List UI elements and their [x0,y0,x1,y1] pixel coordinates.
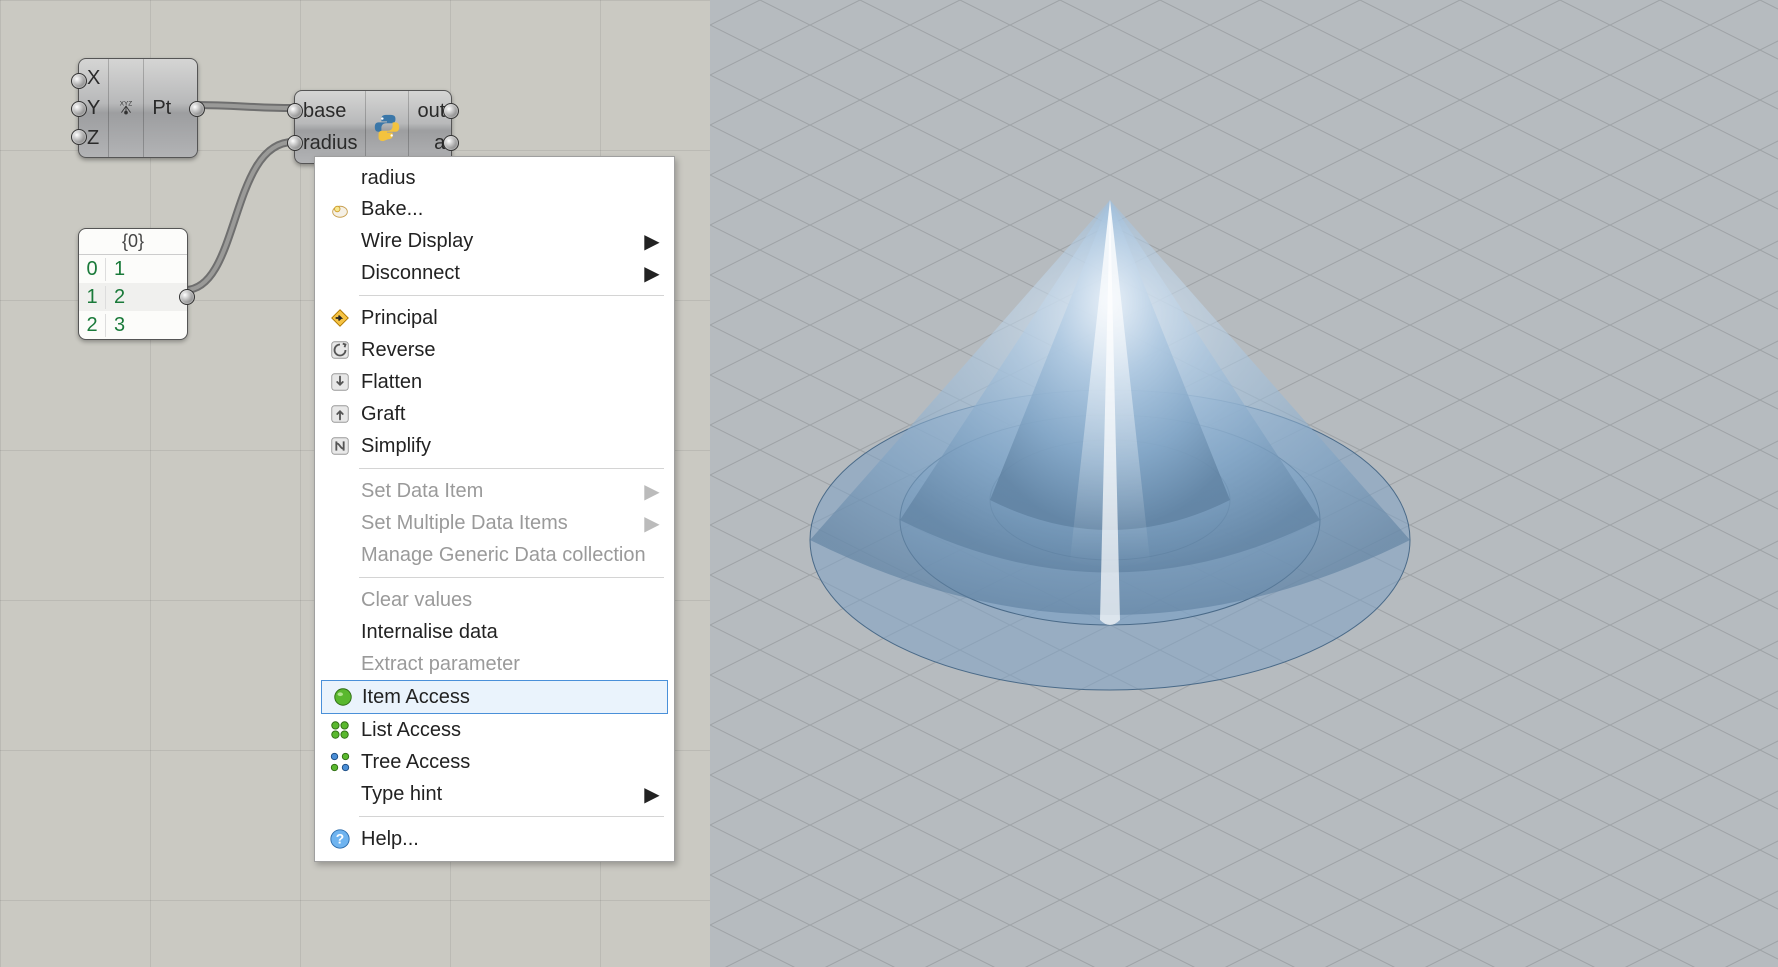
panel-value: 3 [106,314,125,337]
panel-row: 01 [79,255,187,283]
menu-type-hint[interactable]: Type hint ▶ [319,778,670,810]
panel-value: 2 [106,286,125,309]
output-out-label: out [417,100,445,123]
input-grip-y[interactable] [71,101,87,117]
graft-icon [327,401,353,427]
output-grip-a[interactable] [443,135,459,151]
construct-point-component[interactable]: X Y Z XYZ Pt [78,58,198,158]
submenu-arrow-icon: ▶ [644,261,659,286]
panel-row: 12 [79,283,187,311]
rhino-viewport[interactable] [710,0,1778,967]
menu-extract-parameter[interactable]: Extract parameter [319,648,670,680]
input-context-menu: radius Bake... Wire Display ▶ Disconnect ▶… [314,156,675,862]
item-access-icon [330,684,356,710]
panel-header: {0} [79,229,187,255]
ghpython-component[interactable]: base radius out a [294,90,452,164]
menu-internalise-data[interactable]: Internalise data [319,616,670,648]
menu-label: Disconnect [361,262,460,285]
bake-icon [327,196,353,222]
menu-label: Tree Access [361,751,470,774]
menu-bake[interactable]: Bake... [319,193,670,225]
tree-access-icon [327,749,353,775]
input-grip-x[interactable] [71,73,87,89]
panel-index: 0 [79,258,106,281]
submenu-arrow-icon: ▶ [644,511,659,536]
panel-index: 1 [79,286,106,309]
principal-icon [327,305,353,331]
svg-text:?: ? [336,832,344,847]
menu-label: Principal [361,307,438,330]
menu-separator [359,468,664,469]
panel-index: 2 [79,314,106,337]
menu-label: Item Access [362,686,470,709]
reverse-icon [327,337,353,363]
menu-separator [359,295,664,296]
menu-label: Wire Display [361,230,473,253]
menu-graft[interactable]: Graft [319,398,670,430]
component-icon-xyz: XYZ [108,59,144,157]
submenu-arrow-icon: ▶ [644,479,659,504]
submenu-arrow-icon: ▶ [644,782,659,807]
menu-simplify[interactable]: Simplify [319,430,670,462]
menu-disconnect[interactable]: Disconnect ▶ [319,257,670,289]
menu-label: Manage Generic Data collection [361,544,646,567]
menu-label: Clear values [361,589,472,612]
menu-flatten[interactable]: Flatten [319,366,670,398]
input-radius-label: radius [303,132,357,155]
menu-manage-generic-data[interactable]: Manage Generic Data collection [319,539,670,571]
menu-separator [359,816,664,817]
data-panel-component[interactable]: {0} 01 12 23 [78,228,188,340]
menu-label: Extract parameter [361,653,520,676]
output-grip-out[interactable] [443,103,459,119]
menu-label: Internalise data [361,621,498,644]
menu-separator [359,577,664,578]
grasshopper-app: X Y Z XYZ Pt base radius ou [0,0,1778,967]
grid-line [0,0,710,1]
simplify-icon [327,433,353,459]
menu-principal[interactable]: Principal [319,302,670,334]
input-grip-base[interactable] [287,103,303,119]
panel-value: 1 [106,258,125,281]
menu-set-data-item[interactable]: Set Data Item ▶ [319,475,670,507]
panel-output-grip[interactable] [179,289,195,305]
input-z-label: Z [87,127,99,150]
python-icon [365,91,409,163]
help-icon: ? [327,826,353,852]
menu-item-access[interactable]: Item Access [321,680,668,714]
menu-label: Bake... [361,198,423,221]
menu-label: Graft [361,403,405,426]
menu-set-multiple-data-items[interactable]: Set Multiple Data Items ▶ [319,507,670,539]
output-grip-pt[interactable] [189,101,205,117]
node-canvas[interactable]: X Y Z XYZ Pt base radius ou [0,0,710,967]
menu-label: Set Data Item [361,480,483,503]
menu-clear-values[interactable]: Clear values [319,584,670,616]
context-menu-title: radius [319,163,670,193]
menu-help[interactable]: ? Help... [319,823,670,855]
menu-label: Simplify [361,435,431,458]
submenu-arrow-icon: ▶ [644,229,659,254]
menu-label: Set Multiple Data Items [361,512,568,535]
menu-label: List Access [361,719,461,742]
input-y-label: Y [87,97,100,120]
input-x-label: X [87,67,100,90]
menu-tree-access[interactable]: Tree Access [319,746,670,778]
menu-label: Help... [361,828,419,851]
menu-reverse[interactable]: Reverse [319,334,670,366]
flatten-icon [327,369,353,395]
list-access-icon [327,717,353,743]
grid-line [0,900,710,901]
menu-label: Type hint [361,783,442,806]
grid-line [0,0,1,967]
menu-label: Reverse [361,339,435,362]
menu-list-access[interactable]: List Access [319,714,670,746]
panel-row: 23 [79,311,187,339]
input-grip-z[interactable] [71,129,87,145]
menu-wire-display[interactable]: Wire Display ▶ [319,225,670,257]
menu-label: Flatten [361,371,422,394]
output-pt-label: Pt [152,97,171,120]
input-base-label: base [303,100,346,123]
input-grip-radius[interactable] [287,135,303,151]
